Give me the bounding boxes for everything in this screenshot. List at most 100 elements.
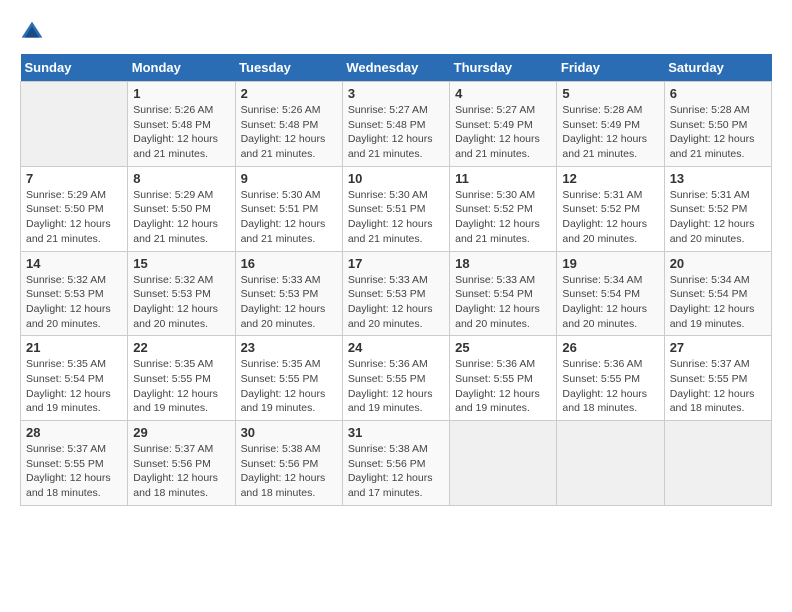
day-cell: 8 Sunrise: 5:29 AM Sunset: 5:50 PM Daylig… — [128, 166, 235, 251]
day-info: Sunrise: 5:28 AM Sunset: 5:49 PM Dayligh… — [562, 103, 658, 162]
day-number: 25 — [455, 340, 551, 355]
day-number: 13 — [670, 171, 766, 186]
day-info: Sunrise: 5:36 AM Sunset: 5:55 PM Dayligh… — [562, 357, 658, 416]
day-number: 12 — [562, 171, 658, 186]
day-cell: 9Sunrise: 5:30 AM Sunset: 5:51 PM Daylig… — [235, 166, 342, 251]
day-cell: 16 Sunrise: 5:33 AM Sunset: 5:53 PM Dayli… — [235, 251, 342, 336]
day-number: 4 — [455, 86, 551, 101]
day-number: 2 — [241, 86, 337, 101]
day-cell: 30 Sunrise: 5:38 AM Sunset: 5:56 PM Dayli… — [235, 421, 342, 506]
header-cell-saturday: Saturday — [664, 54, 771, 82]
day-cell: 29 Sunrise: 5:37 AM Sunset: 5:56 PM Dayli… — [128, 421, 235, 506]
day-number: 20 — [670, 256, 766, 271]
day-cell: 13 Sunrise: 5:31 AM Sunset: 5:52 PM Dayli… — [664, 166, 771, 251]
header-cell-friday: Friday — [557, 54, 664, 82]
header-cell-tuesday: Tuesday — [235, 54, 342, 82]
day-number: 28 — [26, 425, 122, 440]
day-number: 19 — [562, 256, 658, 271]
day-number: 29 — [133, 425, 229, 440]
calendar-header: SundayMondayTuesdayWednesdayThursdayFrid… — [21, 54, 772, 82]
day-number: 23 — [241, 340, 337, 355]
day-info: Sunrise: 5:33 AM Sunset: 5:53 PM Dayligh… — [241, 273, 337, 332]
day-number: 8 — [133, 171, 229, 186]
day-cell: 19 Sunrise: 5:34 AM Sunset: 5:54 PM Dayli… — [557, 251, 664, 336]
day-info: Sunrise: 5:37 AM Sunset: 5:56 PM Dayligh… — [133, 442, 229, 501]
day-cell: 4 Sunrise: 5:27 AM Sunset: 5:49 PM Daylig… — [450, 82, 557, 167]
day-info: Sunrise: 5:36 AM Sunset: 5:55 PM Dayligh… — [348, 357, 444, 416]
day-info: Sunrise: 5:27 AM Sunset: 5:49 PM Dayligh… — [455, 103, 551, 162]
week-row-3: 14 Sunrise: 5:32 AM Sunset: 5:53 PM Dayli… — [21, 251, 772, 336]
day-cell — [21, 82, 128, 167]
day-info: Sunrise: 5:37 AM Sunset: 5:55 PM Dayligh… — [26, 442, 122, 501]
day-info: Sunrise: 5:26 AM Sunset: 5:48 PM Dayligh… — [133, 103, 229, 162]
day-info: Sunrise: 5:28 AM Sunset: 5:50 PM Dayligh… — [670, 103, 766, 162]
header-cell-sunday: Sunday — [21, 54, 128, 82]
day-info: Sunrise: 5:35 AM Sunset: 5:55 PM Dayligh… — [241, 357, 337, 416]
day-info: Sunrise: 5:32 AM Sunset: 5:53 PM Dayligh… — [133, 273, 229, 332]
day-number: 6 — [670, 86, 766, 101]
day-number: 26 — [562, 340, 658, 355]
day-info: Sunrise: 5:34 AM Sunset: 5:54 PM Dayligh… — [670, 273, 766, 332]
day-cell: 24 Sunrise: 5:36 AM Sunset: 5:55 PM Dayli… — [342, 336, 449, 421]
day-cell: 11Sunrise: 5:30 AM Sunset: 5:52 PM Dayli… — [450, 166, 557, 251]
logo-icon — [20, 20, 44, 44]
day-info: Sunrise: 5:30 AM Sunset: 5:51 PM Dayligh… — [348, 188, 444, 247]
day-info: Sunrise: 5:34 AM Sunset: 5:54 PM Dayligh… — [562, 273, 658, 332]
week-row-1: 1Sunrise: 5:26 AM Sunset: 5:48 PM Daylig… — [21, 82, 772, 167]
day-cell: 15Sunrise: 5:32 AM Sunset: 5:53 PM Dayli… — [128, 251, 235, 336]
week-row-2: 7 Sunrise: 5:29 AM Sunset: 5:50 PM Daylig… — [21, 166, 772, 251]
week-row-4: 21Sunrise: 5:35 AM Sunset: 5:54 PM Dayli… — [21, 336, 772, 421]
day-cell: 7 Sunrise: 5:29 AM Sunset: 5:50 PM Daylig… — [21, 166, 128, 251]
day-cell: 25 Sunrise: 5:36 AM Sunset: 5:55 PM Dayli… — [450, 336, 557, 421]
day-number: 16 — [241, 256, 337, 271]
header-cell-monday: Monday — [128, 54, 235, 82]
day-info: Sunrise: 5:36 AM Sunset: 5:55 PM Dayligh… — [455, 357, 551, 416]
day-cell: 28 Sunrise: 5:37 AM Sunset: 5:55 PM Dayli… — [21, 421, 128, 506]
day-cell: 17 Sunrise: 5:33 AM Sunset: 5:53 PM Dayli… — [342, 251, 449, 336]
header-cell-wednesday: Wednesday — [342, 54, 449, 82]
day-cell: 12Sunrise: 5:31 AM Sunset: 5:52 PM Dayli… — [557, 166, 664, 251]
day-info: Sunrise: 5:29 AM Sunset: 5:50 PM Dayligh… — [133, 188, 229, 247]
day-cell: 22Sunrise: 5:35 AM Sunset: 5:55 PM Dayli… — [128, 336, 235, 421]
day-info: Sunrise: 5:35 AM Sunset: 5:55 PM Dayligh… — [133, 357, 229, 416]
day-cell: 27 Sunrise: 5:37 AM Sunset: 5:55 PM Dayli… — [664, 336, 771, 421]
day-cell — [664, 421, 771, 506]
header-row: SundayMondayTuesdayWednesdayThursdayFrid… — [21, 54, 772, 82]
day-number: 14 — [26, 256, 122, 271]
day-cell: 26 Sunrise: 5:36 AM Sunset: 5:55 PM Dayli… — [557, 336, 664, 421]
week-row-5: 28 Sunrise: 5:37 AM Sunset: 5:55 PM Dayli… — [21, 421, 772, 506]
day-number: 24 — [348, 340, 444, 355]
day-cell: 21Sunrise: 5:35 AM Sunset: 5:54 PM Dayli… — [21, 336, 128, 421]
day-number: 7 — [26, 171, 122, 186]
day-number: 30 — [241, 425, 337, 440]
day-number: 31 — [348, 425, 444, 440]
day-info: Sunrise: 5:33 AM Sunset: 5:53 PM Dayligh… — [348, 273, 444, 332]
day-info: Sunrise: 5:27 AM Sunset: 5:48 PM Dayligh… — [348, 103, 444, 162]
day-number: 27 — [670, 340, 766, 355]
day-info: Sunrise: 5:33 AM Sunset: 5:54 PM Dayligh… — [455, 273, 551, 332]
page-header — [20, 20, 772, 44]
day-info: Sunrise: 5:38 AM Sunset: 5:56 PM Dayligh… — [241, 442, 337, 501]
day-info: Sunrise: 5:29 AM Sunset: 5:50 PM Dayligh… — [26, 188, 122, 247]
day-info: Sunrise: 5:38 AM Sunset: 5:56 PM Dayligh… — [348, 442, 444, 501]
day-info: Sunrise: 5:32 AM Sunset: 5:53 PM Dayligh… — [26, 273, 122, 332]
day-number: 11 — [455, 171, 551, 186]
day-cell: 3 Sunrise: 5:27 AM Sunset: 5:48 PM Daylig… — [342, 82, 449, 167]
day-cell: 18Sunrise: 5:33 AM Sunset: 5:54 PM Dayli… — [450, 251, 557, 336]
day-number: 3 — [348, 86, 444, 101]
day-info: Sunrise: 5:30 AM Sunset: 5:51 PM Dayligh… — [241, 188, 337, 247]
day-number: 5 — [562, 86, 658, 101]
day-cell: 6 Sunrise: 5:28 AM Sunset: 5:50 PM Daylig… — [664, 82, 771, 167]
calendar-table: SundayMondayTuesdayWednesdayThursdayFrid… — [20, 54, 772, 506]
day-number: 17 — [348, 256, 444, 271]
day-cell: 31 Sunrise: 5:38 AM Sunset: 5:56 PM Dayli… — [342, 421, 449, 506]
day-cell: 14 Sunrise: 5:32 AM Sunset: 5:53 PM Dayli… — [21, 251, 128, 336]
day-info: Sunrise: 5:31 AM Sunset: 5:52 PM Dayligh… — [670, 188, 766, 247]
calendar-body: 1Sunrise: 5:26 AM Sunset: 5:48 PM Daylig… — [21, 82, 772, 506]
day-number: 10 — [348, 171, 444, 186]
day-info: Sunrise: 5:37 AM Sunset: 5:55 PM Dayligh… — [670, 357, 766, 416]
day-info: Sunrise: 5:26 AM Sunset: 5:48 PM Dayligh… — [241, 103, 337, 162]
day-cell: 1Sunrise: 5:26 AM Sunset: 5:48 PM Daylig… — [128, 82, 235, 167]
day-cell — [557, 421, 664, 506]
day-number: 21 — [26, 340, 122, 355]
